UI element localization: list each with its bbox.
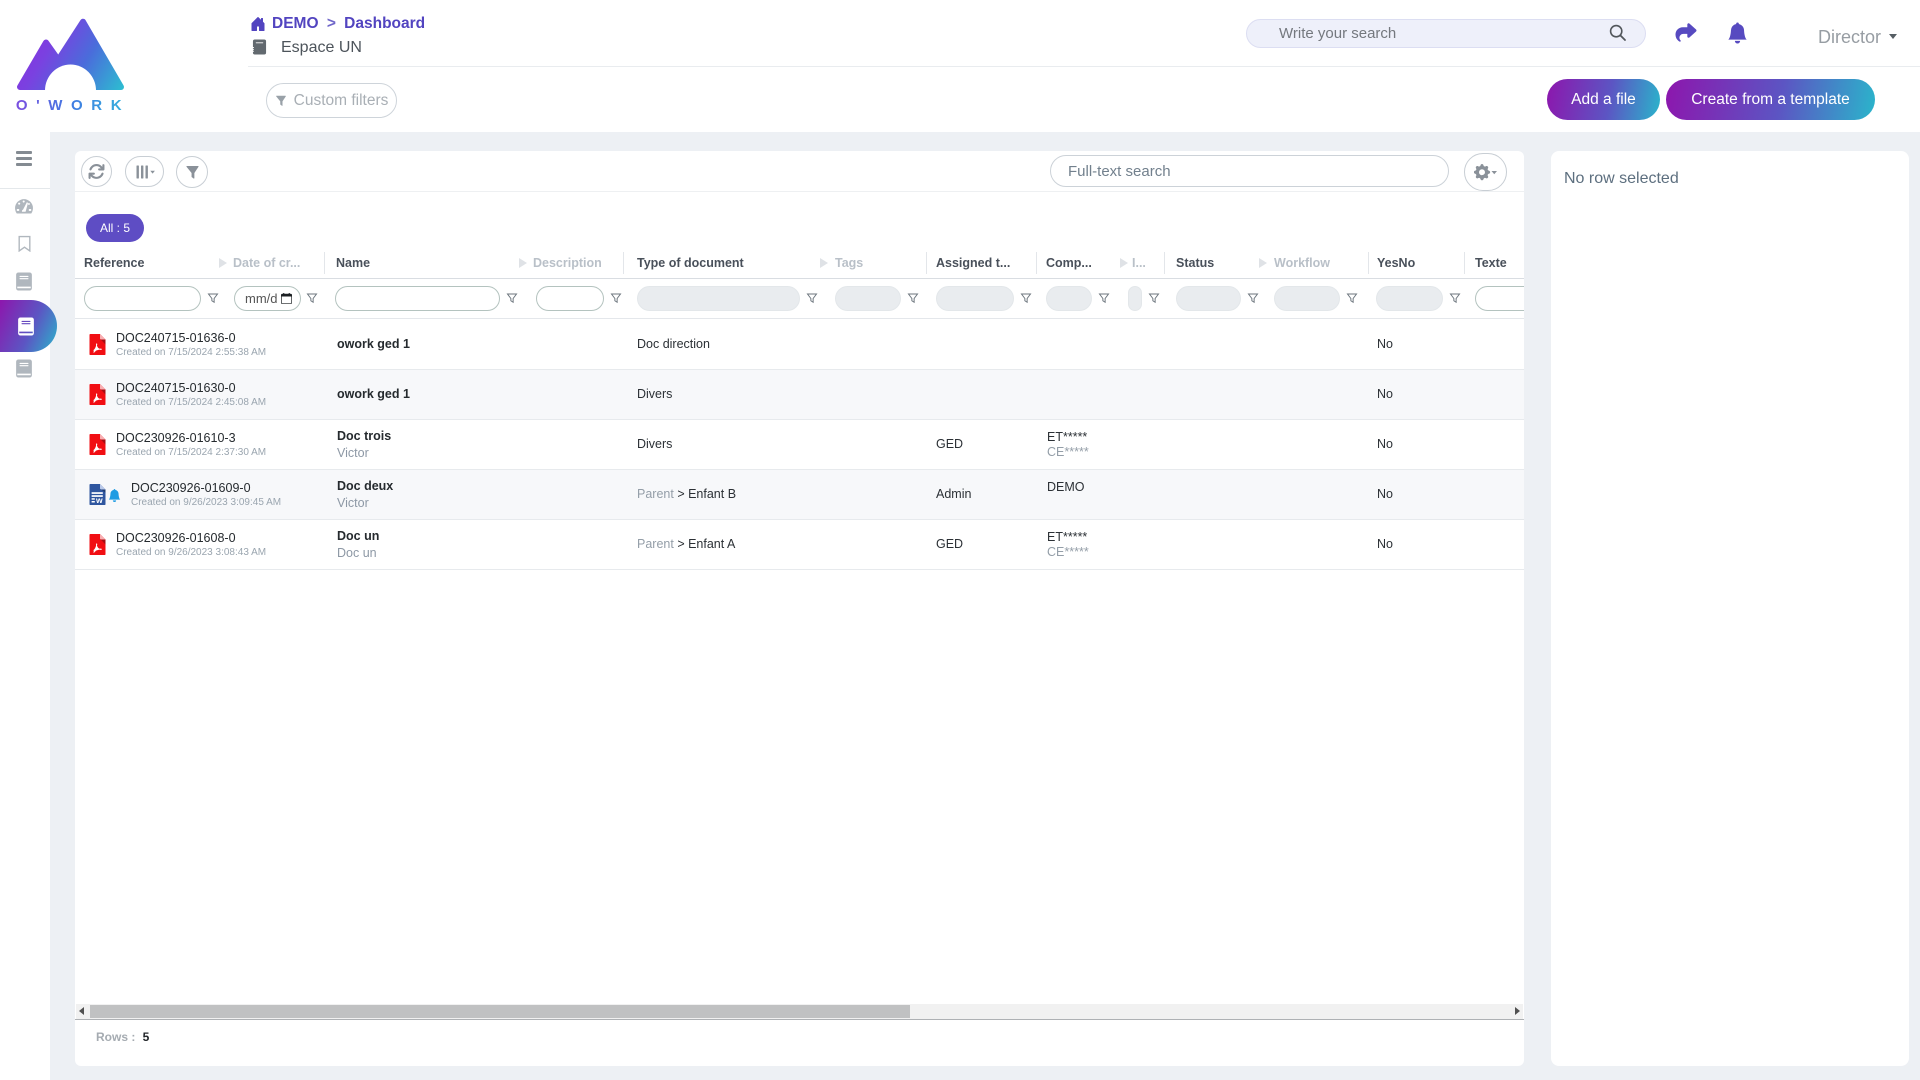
- svg-text:w: w: [95, 495, 103, 505]
- svg-text:O'WORK: O'WORK: [16, 97, 130, 114]
